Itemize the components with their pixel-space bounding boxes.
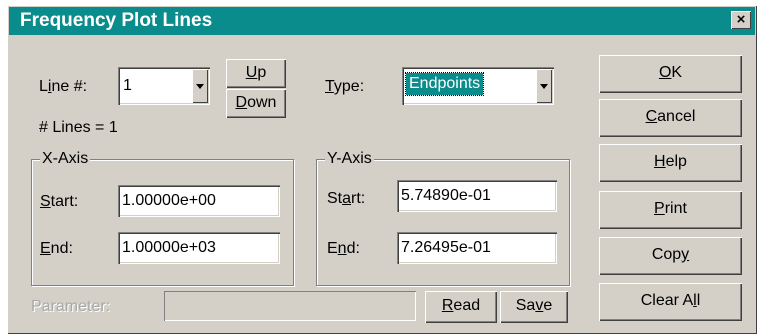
y-start-label: Start:: [327, 190, 366, 207]
x-axis-title: X-Axis: [40, 149, 91, 169]
line-number-label: Line #:: [39, 78, 88, 95]
x-end-label: End:: [40, 240, 73, 257]
x-axis-group: X-Axis Start: 1.00000e+00 End: 1.00000e+…: [31, 149, 294, 286]
type-value: Endpoints: [404, 72, 485, 96]
type-dropdown-button[interactable]: [536, 69, 552, 103]
chevron-down-icon: [540, 84, 548, 89]
line-number-combo[interactable]: 1: [118, 67, 210, 105]
parameter-input: [164, 291, 416, 321]
y-axis-group: Y-Axis Start: 5.74890e-01 End: 7.26495e-…: [316, 149, 570, 286]
y-start-input[interactable]: 5.74890e-01: [397, 180, 557, 212]
y-axis-title: Y-Axis: [325, 149, 374, 169]
y-end-label: End:: [327, 240, 360, 257]
help-button[interactable]: Help: [599, 144, 742, 182]
x-end-input[interactable]: 1.00000e+03: [118, 232, 280, 264]
cancel-button[interactable]: Cancel: [599, 99, 742, 137]
close-button[interactable]: ×: [731, 11, 751, 29]
window-title: Frequency Plot Lines: [20, 10, 213, 31]
parameter-label: Parameter:: [31, 298, 111, 315]
chevron-down-icon: [196, 84, 204, 89]
frequency-plot-lines-dialog: Frequency Plot Lines × Line #: 1 Up Down…: [7, 5, 757, 334]
read-button[interactable]: Read: [425, 291, 497, 323]
line-number-value: 1: [123, 77, 132, 94]
ok-button[interactable]: OK: [599, 55, 742, 93]
line-number-dropdown-button[interactable]: [192, 69, 208, 103]
clear-all-button[interactable]: Clear All: [599, 283, 742, 321]
copy-button[interactable]: Copy: [599, 237, 742, 275]
print-button[interactable]: Print: [599, 191, 742, 229]
type-combo[interactable]: Endpoints: [402, 67, 554, 105]
title-bar[interactable]: Frequency Plot Lines ×: [9, 7, 755, 35]
save-button[interactable]: Save: [500, 291, 568, 323]
y-end-input[interactable]: 7.26495e-01: [397, 232, 557, 264]
up-button[interactable]: Up: [226, 59, 286, 88]
type-label: Type:: [325, 78, 365, 95]
down-button[interactable]: Down: [226, 89, 286, 118]
x-start-label: Start:: [40, 193, 79, 210]
x-start-input[interactable]: 1.00000e+00: [118, 185, 280, 217]
line-count-text: # Lines = 1: [39, 119, 118, 136]
